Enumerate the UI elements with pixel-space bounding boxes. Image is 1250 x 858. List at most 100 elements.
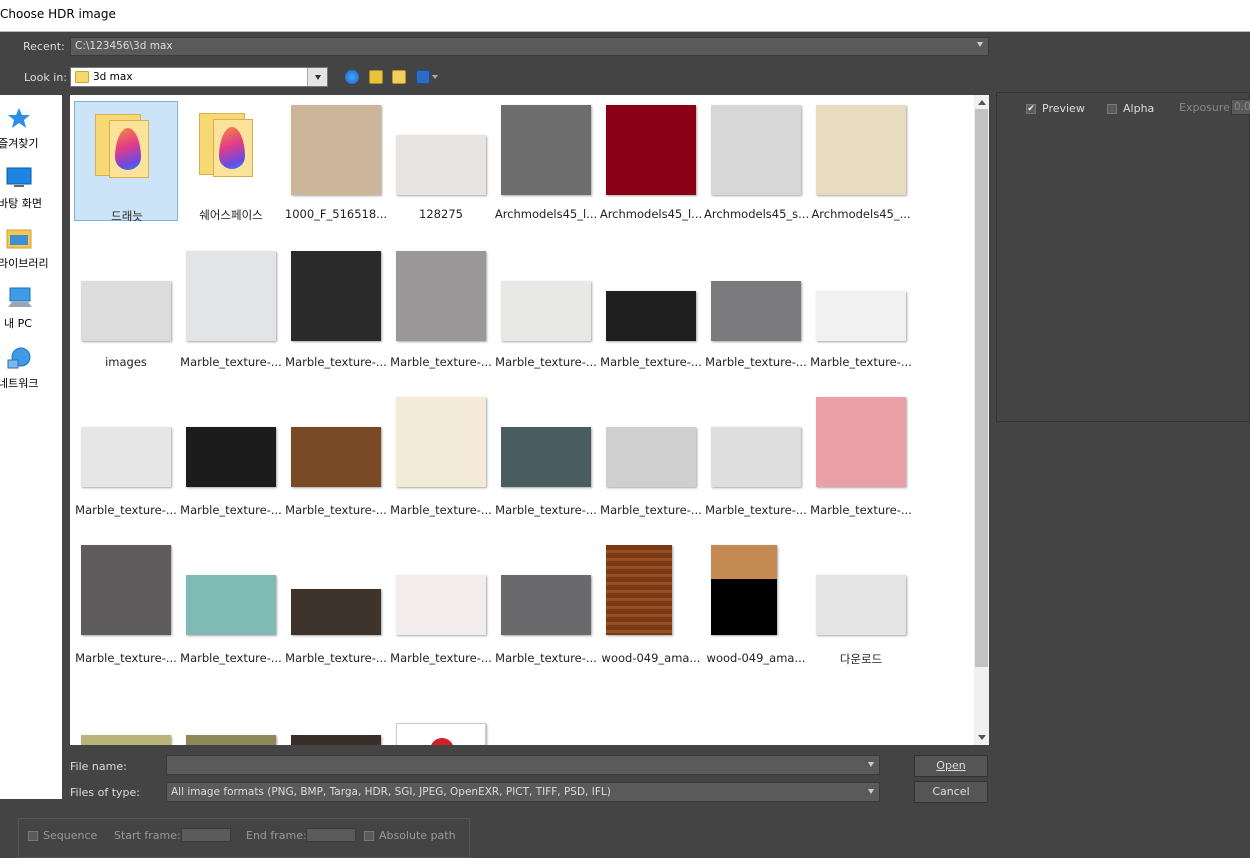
up-folder-icon[interactable] — [369, 70, 383, 84]
file-item-name: Marble_texture-... — [285, 355, 387, 369]
image-thumbnail — [711, 105, 801, 195]
folder-icon — [75, 71, 89, 83]
file-item[interactable]: Marble_texture-... — [809, 249, 913, 369]
file-name-input[interactable] — [166, 755, 880, 775]
file-item[interactable]: wood-049_ama... — [704, 545, 808, 665]
file-item-name: images — [105, 355, 147, 369]
image-thumbnail — [816, 105, 906, 195]
star-icon — [8, 108, 30, 128]
recent-label: Recent: — [23, 40, 65, 53]
sequence-checkbox[interactable] — [28, 831, 38, 841]
image-thumbnail — [186, 251, 276, 341]
file-item[interactable]: Marble_texture-... — [809, 397, 913, 517]
file-item[interactable]: Marble_texture-... — [389, 545, 493, 665]
file-item-name: 쉐어스페이스 — [199, 208, 263, 222]
file-item[interactable]: Archmodels45_l... — [599, 101, 703, 221]
file-item[interactable]: 1000_F_516518... — [284, 101, 388, 221]
file-item[interactable]: Marble_texture-... — [284, 249, 388, 369]
image-thumbnail — [396, 251, 486, 341]
file-item[interactable]: Marble_texture-... — [74, 545, 178, 665]
file-item[interactable]: images — [74, 249, 178, 369]
file-name-label: File name: — [70, 760, 127, 773]
file-item[interactable]: wood-049_ama... — [599, 545, 703, 665]
file-item[interactable]: Marble_texture-... — [179, 545, 283, 665]
look-in-dropdown[interactable]: 3d max — [70, 67, 328, 87]
scrollbar-thumb[interactable] — [975, 109, 988, 667]
files-of-type-dropdown[interactable]: All image formats (PNG, BMP, Targa, HDR,… — [166, 782, 880, 802]
cancel-button[interactable]: Cancel — [914, 781, 988, 803]
recent-value: C:\123456\3d max — [75, 40, 173, 52]
file-item[interactable]: Marble_texture-... — [599, 249, 703, 369]
network-icon — [7, 347, 31, 369]
library-icon — [6, 229, 32, 249]
image-thumbnail — [711, 281, 801, 341]
file-item[interactable]: Archmodels45_s... — [704, 101, 808, 221]
file-item-name: Marble_texture-... — [600, 503, 702, 517]
file-item[interactable]: 128275 — [389, 101, 493, 221]
file-item[interactable]: Marble_texture-... — [704, 249, 808, 369]
end-frame-label: End frame: — [246, 829, 307, 842]
file-list-view[interactable]: 드래늣 쉐어스페이스 1000_F_516518... 128275 Archmodel… — [70, 95, 974, 745]
scroll-down-icon[interactable] — [978, 735, 986, 740]
chevron-down-icon — [868, 789, 874, 794]
file-item[interactable]: Archmodels45_... — [809, 101, 913, 221]
sidebar-item-label: 네트워크 — [0, 377, 39, 390]
file-item[interactable]: Marble_texture-... — [284, 545, 388, 665]
chevron-down-icon[interactable] — [868, 762, 874, 767]
look-in-dropdown-button[interactable] — [307, 68, 327, 86]
sidebar-item-label: 라이브러리 — [0, 257, 49, 270]
back-icon[interactable] — [345, 70, 359, 84]
file-item[interactable]: Marble_texture-... — [494, 397, 598, 517]
file-item-name: Archmodels45_l... — [599, 207, 703, 221]
scroll-up-icon[interactable] — [978, 100, 986, 105]
preview-checkbox[interactable]: ✔ — [1026, 104, 1036, 114]
file-item-name: Marble_texture-... — [285, 503, 387, 517]
image-thumbnail — [816, 397, 906, 487]
image-thumbnail — [291, 251, 381, 341]
file-item[interactable]: Marble_texture-... — [494, 249, 598, 369]
image-thumbnail — [606, 427, 696, 487]
alpha-checkbox[interactable] — [1107, 104, 1117, 114]
file-item-name: Marble_texture-... — [810, 503, 912, 517]
file-item[interactable]: Marble_texture-... — [599, 397, 703, 517]
file-item[interactable]: Marble_texture-... — [74, 397, 178, 517]
look-in-value: 3d max — [93, 71, 133, 83]
file-item[interactable]: Marble_texture-... — [179, 397, 283, 517]
file-item[interactable]: Marble_texture-... — [179, 249, 283, 369]
file-item-name: 드래늣 — [111, 209, 143, 223]
vertical-scrollbar[interactable] — [974, 95, 989, 745]
chevron-down-icon — [315, 75, 321, 80]
image-thumbnail — [81, 281, 171, 341]
files-of-type-value: All image formats (PNG, BMP, Targa, HDR,… — [171, 786, 611, 798]
image-thumbnail — [291, 735, 381, 745]
file-item-name: Archmodels45_l... — [494, 207, 598, 221]
file-item-name: Marble_texture-... — [495, 503, 597, 517]
file-item[interactable]: Marble_texture-... — [389, 397, 493, 517]
file-item[interactable]: Marble_texture-... — [389, 249, 493, 369]
absolute-path-checkbox[interactable] — [364, 831, 374, 841]
new-folder-icon[interactable] — [392, 70, 406, 84]
start-frame-spinner[interactable] — [181, 828, 231, 842]
folder-item[interactable]: 쉐어스페이스 — [179, 101, 283, 222]
file-item[interactable]: Archmodels45_l... — [494, 101, 598, 221]
file-item-name: Marble_texture-... — [75, 503, 177, 517]
file-item[interactable]: Marble_texture-... — [494, 545, 598, 665]
file-item[interactable]: 다운로드 — [809, 545, 913, 666]
file-item[interactable]: Marble_texture-... — [704, 397, 808, 517]
end-frame-spinner[interactable] — [306, 828, 356, 842]
file-item-name: 1000_F_516518... — [284, 207, 388, 221]
recent-dropdown[interactable]: C:\123456\3d max — [70, 37, 989, 56]
view-menu-icon[interactable] — [416, 70, 430, 84]
file-item[interactable]: Marble_texture-... — [284, 397, 388, 517]
preview-panel: ✔ Preview Alpha Exposure: 0.0 — [996, 92, 1250, 422]
open-button[interactable]: Open — [914, 755, 988, 777]
image-thumbnail — [501, 575, 591, 635]
preview-label: Preview — [1042, 102, 1085, 115]
chevron-down-icon[interactable] — [432, 75, 438, 79]
folder-item[interactable]: 드래늣 — [74, 101, 178, 223]
file-item-name: Marble_texture-... — [810, 355, 912, 369]
look-in-label: Look in: — [24, 71, 67, 84]
file-item-name: Marble_texture-... — [285, 651, 387, 665]
image-thumbnail — [606, 291, 696, 341]
exposure-field[interactable]: 0.0 — [1231, 99, 1250, 115]
